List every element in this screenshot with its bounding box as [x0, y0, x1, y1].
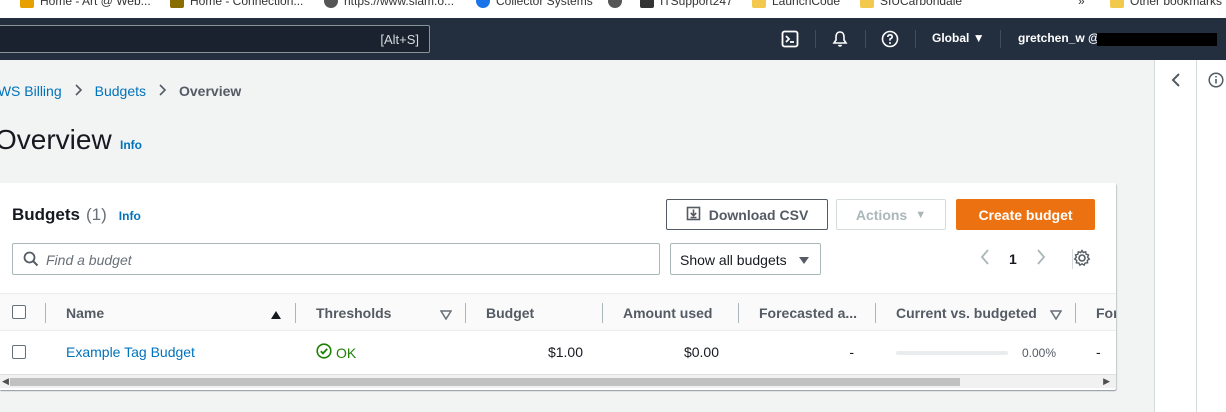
amount-used: $0.00: [683, 344, 719, 360]
download-icon: [686, 206, 701, 224]
pagination-page-number[interactable]: 1: [1009, 251, 1017, 267]
bookmark-item[interactable]: https://www.slam.o...: [324, 0, 454, 8]
cloudshell-icon[interactable]: [780, 29, 800, 49]
bookmark-icon: [608, 0, 622, 8]
folder-icon: [752, 0, 766, 8]
budget-filter-select[interactable]: Show all budgets: [670, 243, 821, 275]
column-divider: [295, 303, 296, 323]
budget-progress-bar: [896, 351, 1008, 355]
bookmark-item[interactable]: Other bookmarks: [1110, 0, 1222, 8]
column-header-truncated[interactable]: For: [1096, 305, 1116, 321]
breadcrumb-overview: Overview: [179, 83, 242, 99]
folder-icon: [860, 0, 874, 8]
nav-divider: [815, 30, 816, 48]
breadcrumb-aws-billing[interactable]: AWS Billing: [0, 83, 62, 99]
bookmark-icon: [170, 0, 184, 8]
chevron-right-icon: [158, 83, 167, 99]
caret-down-icon: [798, 253, 810, 269]
page-info-link[interactable]: Info: [120, 138, 142, 152]
table-header: Name Thresholds Budget Amount used Forec…: [0, 293, 1116, 331]
budgets-title: Budgets: [12, 205, 80, 224]
bookmark-icon: [640, 0, 654, 8]
chevron-right-icon: [74, 83, 83, 99]
column-header-thresholds[interactable]: Thresholds: [316, 305, 391, 321]
sort-ascending-icon[interactable]: [270, 307, 282, 323]
budgets-count: (1): [86, 205, 107, 224]
column-header-amount-used[interactable]: Amount used: [623, 305, 712, 321]
help-side-panel: [1154, 60, 1226, 412]
service-search-input[interactable]: [Alt+S]: [0, 25, 430, 53]
bookmark-item[interactable]: Home - Art @ Web...: [20, 0, 151, 8]
help-icon[interactable]: [880, 29, 900, 49]
top-navigation: [Alt+S] Global ▼ gretchen_w @: [0, 18, 1226, 60]
bookmark-item[interactable]: LaunchCode: [752, 0, 840, 8]
row-checkbox[interactable]: [12, 345, 26, 359]
bookmarks-overflow[interactable]: »: [1078, 0, 1085, 8]
bookmark-item[interactable]: ITSupport247: [640, 0, 733, 8]
column-divider: [738, 303, 739, 323]
caret-down-icon: ▼: [915, 208, 927, 221]
bookmark-item[interactable]: Home - Connection...: [170, 0, 303, 8]
budgets-table-container: Budgets (1) Info Download CSV Actions ▼ …: [0, 183, 1116, 390]
gear-icon[interactable]: [1073, 249, 1091, 270]
threshold-status: OK: [316, 343, 356, 362]
bookmark-item[interactable]: [608, 0, 628, 8]
breadcrumb-budgets[interactable]: Budgets: [95, 83, 146, 99]
check-circle-icon: [316, 343, 332, 362]
nav-divider: [865, 30, 866, 48]
nav-divider: [915, 30, 916, 48]
bookmark-icon: [476, 0, 490, 8]
column-header-forecasted[interactable]: Forecasted a...: [759, 305, 857, 321]
table-row: Example Tag Budget OK $1.00 $0.00 - 0.00…: [0, 331, 1116, 373]
side-panel-divider: [1196, 60, 1197, 412]
actions-dropdown-button[interactable]: Actions ▼: [836, 199, 946, 230]
sort-icon[interactable]: [1049, 307, 1063, 323]
bookmarks-bar: Home - Art @ Web... Home - Connection...…: [0, 0, 1226, 18]
bell-icon[interactable]: [830, 29, 850, 49]
scroll-left-icon[interactable]: ◀: [2, 376, 9, 387]
scrollbar-thumb[interactable]: [10, 378, 960, 386]
redacted-account-id: [1097, 33, 1217, 46]
column-divider: [602, 303, 603, 323]
account-menu[interactable]: gretchen_w @: [1018, 31, 1100, 45]
column-divider: [1075, 303, 1076, 323]
column-header-name[interactable]: Name: [66, 305, 104, 321]
bookmark-icon: [20, 0, 34, 8]
search-shortcut-hint: [Alt+S]: [380, 32, 419, 47]
forecasted-amount: -: [849, 344, 854, 360]
truncated-cell: -: [1096, 344, 1101, 360]
column-header-budget[interactable]: Budget: [486, 305, 534, 321]
budgets-info-link[interactable]: Info: [119, 209, 141, 223]
search-icon: [23, 251, 39, 272]
current-vs-budgeted-percent: 0.00%: [1021, 346, 1056, 360]
budget-search-input[interactable]: Find a budget: [12, 243, 660, 275]
breadcrumb: AWS Billing Budgets Overview: [0, 83, 241, 99]
pagination-prev[interactable]: [980, 249, 990, 268]
budgets-header: Budgets (1) Info: [12, 205, 141, 225]
bookmark-icon: [324, 0, 338, 8]
budget-name-link[interactable]: Example Tag Budget: [66, 344, 195, 360]
info-icon[interactable]: [1208, 72, 1224, 93]
horizontal-scrollbar[interactable]: ◀ ▶: [0, 374, 1116, 388]
budget-amount: $1.00: [547, 344, 583, 360]
region-selector[interactable]: Global ▼: [932, 31, 985, 45]
chevron-double-right-icon: »: [1078, 0, 1085, 8]
bookmark-item[interactable]: Collector Systems: [476, 0, 593, 8]
select-all-checkbox[interactable]: [12, 305, 26, 319]
nav-divider: [1000, 30, 1001, 48]
download-csv-button[interactable]: Download CSV: [666, 199, 828, 230]
pagination-next[interactable]: [1036, 249, 1046, 268]
sort-icon[interactable]: [439, 307, 453, 323]
column-divider: [875, 303, 876, 323]
bookmark-item[interactable]: SIUCarbondale: [860, 0, 962, 8]
folder-icon: [1110, 0, 1124, 8]
column-header-current-vs-budgeted[interactable]: Current vs. budgeted: [896, 305, 1037, 321]
column-divider: [45, 303, 46, 323]
chevron-left-icon[interactable]: [1169, 72, 1183, 93]
page-title: Overview: [0, 124, 112, 155]
caret-down-icon: ▼: [972, 31, 985, 45]
scroll-right-icon[interactable]: ▶: [1103, 376, 1110, 387]
column-divider: [465, 303, 466, 323]
create-budget-button[interactable]: Create budget: [956, 199, 1095, 230]
